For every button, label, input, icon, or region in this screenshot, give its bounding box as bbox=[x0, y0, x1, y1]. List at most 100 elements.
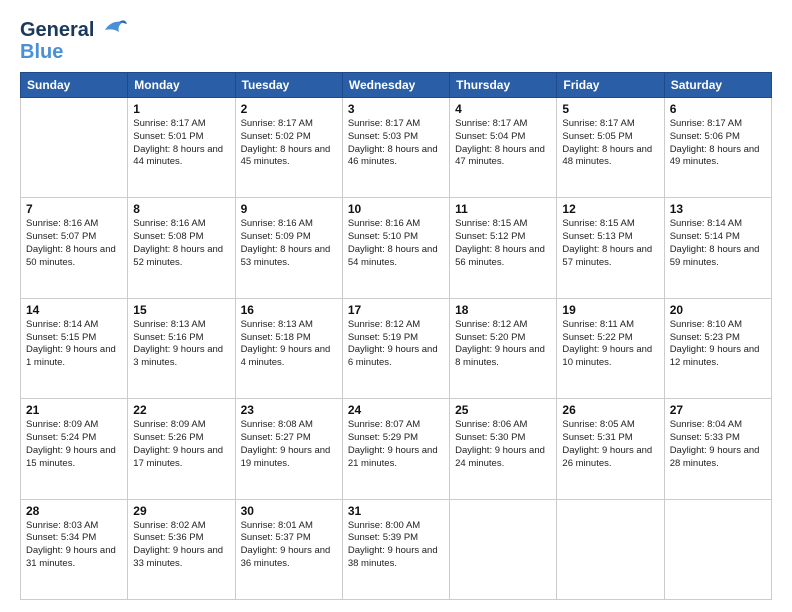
calendar-cell: 6 Sunrise: 8:17 AMSunset: 5:06 PMDaylight… bbox=[664, 98, 771, 198]
day-detail: Sunrise: 8:14 AMSunset: 5:14 PMDaylight:… bbox=[670, 218, 766, 269]
day-detail: Sunrise: 8:17 AMSunset: 5:06 PMDaylight:… bbox=[670, 118, 766, 169]
day-number: 15 bbox=[133, 303, 229, 317]
day-number: 22 bbox=[133, 403, 229, 417]
logo-bird-icon bbox=[97, 16, 129, 44]
calendar-week-row: 1 Sunrise: 8:17 AMSunset: 5:01 PMDaylight… bbox=[21, 98, 772, 198]
weekday-header-row: SundayMondayTuesdayWednesdayThursdayFrid… bbox=[21, 73, 772, 98]
logo-general: General bbox=[20, 19, 94, 41]
weekday-header-monday: Monday bbox=[128, 73, 235, 98]
day-number: 13 bbox=[670, 202, 766, 216]
day-detail: Sunrise: 8:16 AMSunset: 5:09 PMDaylight:… bbox=[241, 218, 337, 269]
calendar-cell: 12Sunrise: 8:15 AMSunset: 5:13 PMDayligh… bbox=[557, 198, 664, 298]
calendar-cell: 1 Sunrise: 8:17 AMSunset: 5:01 PMDaylight… bbox=[128, 98, 235, 198]
page: General Blue SundayMondayTuesdayWednesda… bbox=[0, 0, 792, 612]
calendar-cell: 24 Sunrise: 8:07 AMSunset: 5:29 PMDayligh… bbox=[342, 399, 449, 499]
day-detail: Sunrise: 8:09 AMSunset: 5:26 PMDaylight:… bbox=[133, 419, 229, 470]
day-detail: Sunrise: 8:03 AMSunset: 5:34 PMDaylight:… bbox=[26, 520, 122, 571]
day-number: 2 bbox=[241, 102, 337, 116]
logo-blue: Blue bbox=[20, 42, 129, 62]
day-number: 16 bbox=[241, 303, 337, 317]
calendar-cell: 9 Sunrise: 8:16 AMSunset: 5:09 PMDaylight… bbox=[235, 198, 342, 298]
calendar-week-row: 28 Sunrise: 8:03 AMSunset: 5:34 PMDayligh… bbox=[21, 499, 772, 599]
calendar-cell: 30Sunrise: 8:01 AMSunset: 5:37 PMDayligh… bbox=[235, 499, 342, 599]
day-number: 1 bbox=[133, 102, 229, 116]
day-number: 11 bbox=[455, 202, 551, 216]
day-detail: Sunrise: 8:02 AMSunset: 5:36 PMDaylight:… bbox=[133, 520, 229, 571]
day-detail: Sunrise: 8:16 AMSunset: 5:08 PMDaylight:… bbox=[133, 218, 229, 269]
calendar-cell: 3 Sunrise: 8:17 AMSunset: 5:03 PMDaylight… bbox=[342, 98, 449, 198]
calendar-cell: 11 Sunrise: 8:15 AMSunset: 5:12 PMDayligh… bbox=[450, 198, 557, 298]
day-number: 10 bbox=[348, 202, 444, 216]
day-detail: Sunrise: 8:04 AMSunset: 5:33 PMDaylight:… bbox=[670, 419, 766, 470]
calendar-cell: 10 Sunrise: 8:16 AMSunset: 5:10 PMDayligh… bbox=[342, 198, 449, 298]
day-number: 18 bbox=[455, 303, 551, 317]
day-detail: Sunrise: 8:10 AMSunset: 5:23 PMDaylight:… bbox=[670, 319, 766, 370]
day-detail: Sunrise: 8:08 AMSunset: 5:27 PMDaylight:… bbox=[241, 419, 337, 470]
day-detail: Sunrise: 8:17 AMSunset: 5:01 PMDaylight:… bbox=[133, 118, 229, 169]
calendar-cell bbox=[664, 499, 771, 599]
calendar-cell: 26Sunrise: 8:05 AMSunset: 5:31 PMDayligh… bbox=[557, 399, 664, 499]
day-detail: Sunrise: 8:01 AMSunset: 5:37 PMDaylight:… bbox=[241, 520, 337, 571]
calendar-cell: 28 Sunrise: 8:03 AMSunset: 5:34 PMDayligh… bbox=[21, 499, 128, 599]
calendar-cell: 4Sunrise: 8:17 AMSunset: 5:04 PMDaylight… bbox=[450, 98, 557, 198]
day-number: 17 bbox=[348, 303, 444, 317]
weekday-header-wednesday: Wednesday bbox=[342, 73, 449, 98]
day-number: 3 bbox=[348, 102, 444, 116]
calendar-cell: 29Sunrise: 8:02 AMSunset: 5:36 PMDayligh… bbox=[128, 499, 235, 599]
day-number: 31 bbox=[348, 504, 444, 518]
day-number: 8 bbox=[133, 202, 229, 216]
weekday-header-friday: Friday bbox=[557, 73, 664, 98]
calendar-cell: 31Sunrise: 8:00 AMSunset: 5:39 PMDayligh… bbox=[342, 499, 449, 599]
day-number: 25 bbox=[455, 403, 551, 417]
calendar-week-row: 21 Sunrise: 8:09 AMSunset: 5:24 PMDayligh… bbox=[21, 399, 772, 499]
day-detail: Sunrise: 8:17 AMSunset: 5:05 PMDaylight:… bbox=[562, 118, 658, 169]
header: General Blue bbox=[20, 16, 772, 62]
day-number: 24 bbox=[348, 403, 444, 417]
calendar-cell: 23 Sunrise: 8:08 AMSunset: 5:27 PMDayligh… bbox=[235, 399, 342, 499]
day-number: 23 bbox=[241, 403, 337, 417]
day-number: 28 bbox=[26, 504, 122, 518]
day-number: 9 bbox=[241, 202, 337, 216]
calendar-cell: 13 Sunrise: 8:14 AMSunset: 5:14 PMDayligh… bbox=[664, 198, 771, 298]
day-detail: Sunrise: 8:17 AMSunset: 5:03 PMDaylight:… bbox=[348, 118, 444, 169]
day-number: 4 bbox=[455, 102, 551, 116]
calendar-cell: 21 Sunrise: 8:09 AMSunset: 5:24 PMDayligh… bbox=[21, 399, 128, 499]
calendar-cell: 14Sunrise: 8:14 AMSunset: 5:15 PMDayligh… bbox=[21, 298, 128, 398]
day-detail: Sunrise: 8:12 AMSunset: 5:19 PMDaylight:… bbox=[348, 319, 444, 370]
calendar-cell: 5Sunrise: 8:17 AMSunset: 5:05 PMDaylight… bbox=[557, 98, 664, 198]
weekday-header-thursday: Thursday bbox=[450, 73, 557, 98]
day-detail: Sunrise: 8:17 AMSunset: 5:02 PMDaylight:… bbox=[241, 118, 337, 169]
calendar-cell: 17 Sunrise: 8:12 AMSunset: 5:19 PMDayligh… bbox=[342, 298, 449, 398]
day-detail: Sunrise: 8:14 AMSunset: 5:15 PMDaylight:… bbox=[26, 319, 122, 370]
day-detail: Sunrise: 8:05 AMSunset: 5:31 PMDaylight:… bbox=[562, 419, 658, 470]
weekday-header-saturday: Saturday bbox=[664, 73, 771, 98]
calendar-cell: 7 Sunrise: 8:16 AMSunset: 5:07 PMDaylight… bbox=[21, 198, 128, 298]
day-detail: Sunrise: 8:15 AMSunset: 5:12 PMDaylight:… bbox=[455, 218, 551, 269]
day-detail: Sunrise: 8:13 AMSunset: 5:18 PMDaylight:… bbox=[241, 319, 337, 370]
calendar-cell: 18Sunrise: 8:12 AMSunset: 5:20 PMDayligh… bbox=[450, 298, 557, 398]
day-number: 21 bbox=[26, 403, 122, 417]
calendar-cell: 2 Sunrise: 8:17 AMSunset: 5:02 PMDaylight… bbox=[235, 98, 342, 198]
calendar-cell: 8 Sunrise: 8:16 AMSunset: 5:08 PMDaylight… bbox=[128, 198, 235, 298]
day-detail: Sunrise: 8:16 AMSunset: 5:10 PMDaylight:… bbox=[348, 218, 444, 269]
day-number: 6 bbox=[670, 102, 766, 116]
calendar-cell: 20Sunrise: 8:10 AMSunset: 5:23 PMDayligh… bbox=[664, 298, 771, 398]
calendar-cell: 25 Sunrise: 8:06 AMSunset: 5:30 PMDayligh… bbox=[450, 399, 557, 499]
day-number: 19 bbox=[562, 303, 658, 317]
day-number: 7 bbox=[26, 202, 122, 216]
calendar-cell bbox=[21, 98, 128, 198]
calendar-cell: 16 Sunrise: 8:13 AMSunset: 5:18 PMDayligh… bbox=[235, 298, 342, 398]
day-detail: Sunrise: 8:16 AMSunset: 5:07 PMDaylight:… bbox=[26, 218, 122, 269]
day-detail: Sunrise: 8:13 AMSunset: 5:16 PMDaylight:… bbox=[133, 319, 229, 370]
calendar-week-row: 14Sunrise: 8:14 AMSunset: 5:15 PMDayligh… bbox=[21, 298, 772, 398]
calendar-cell bbox=[557, 499, 664, 599]
calendar-cell bbox=[450, 499, 557, 599]
calendar-cell: 15 Sunrise: 8:13 AMSunset: 5:16 PMDayligh… bbox=[128, 298, 235, 398]
calendar-cell: 22 Sunrise: 8:09 AMSunset: 5:26 PMDayligh… bbox=[128, 399, 235, 499]
calendar-cell: 19Sunrise: 8:11 AMSunset: 5:22 PMDayligh… bbox=[557, 298, 664, 398]
day-detail: Sunrise: 8:09 AMSunset: 5:24 PMDaylight:… bbox=[26, 419, 122, 470]
logo: General Blue bbox=[20, 16, 129, 62]
day-detail: Sunrise: 8:06 AMSunset: 5:30 PMDaylight:… bbox=[455, 419, 551, 470]
day-detail: Sunrise: 8:07 AMSunset: 5:29 PMDaylight:… bbox=[348, 419, 444, 470]
calendar-week-row: 7 Sunrise: 8:16 AMSunset: 5:07 PMDaylight… bbox=[21, 198, 772, 298]
